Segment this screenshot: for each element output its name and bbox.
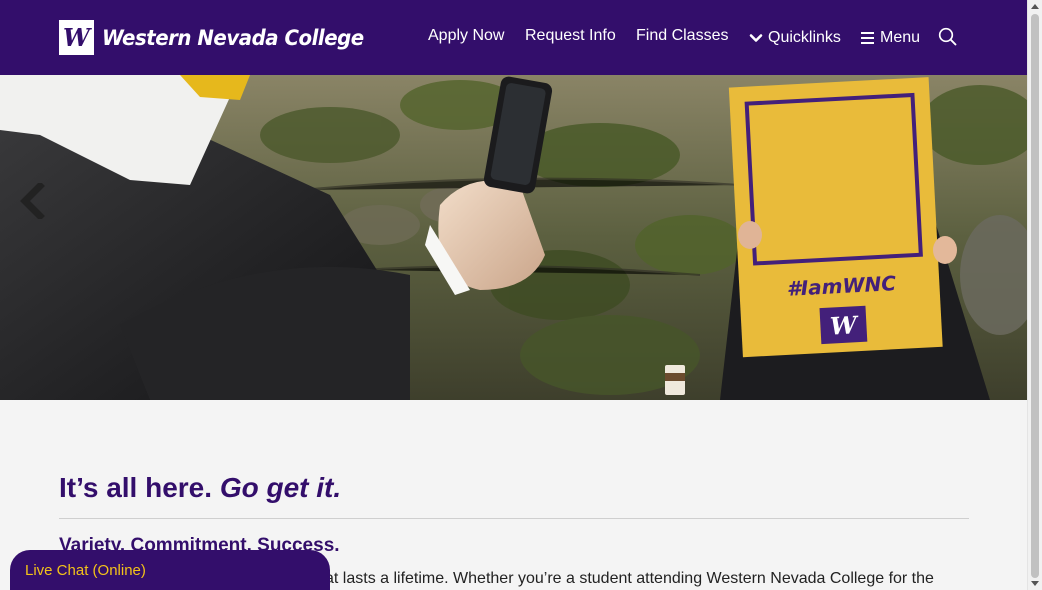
intro-paragraph: at lasts a lifetime. Whether you’re a st… [325, 570, 934, 587]
wnc-logo-icon: W [59, 20, 94, 55]
hamburger-icon [861, 32, 874, 45]
headline-plain: It’s all here. [59, 472, 220, 503]
search-button[interactable] [938, 27, 957, 51]
apply-now-link[interactable]: Apply Now [428, 27, 504, 45]
live-chat-button[interactable]: Live Chat (Online) [10, 550, 330, 590]
search-icon [938, 27, 957, 46]
chevron-left-icon[interactable] [18, 183, 46, 219]
intro-section: It’s all here. Go get it. Variety. Commi… [59, 472, 969, 557]
hero-carousel: #IamWNC W [0, 75, 1027, 400]
headline-emphasis: Go get it. [219, 472, 342, 503]
logo-text: Western Nevada College [102, 25, 364, 50]
site-header: W Western Nevada College Apply Now Reque… [0, 0, 1027, 75]
find-classes-link[interactable]: Find Classes [636, 27, 728, 45]
scroll-up-icon[interactable] [1031, 4, 1039, 9]
quicklinks-dropdown[interactable]: Quicklinks [749, 29, 841, 47]
quicklinks-label: Quicklinks [768, 29, 841, 46]
scrollbar-thumb[interactable] [1031, 14, 1039, 578]
menu-label: Menu [880, 29, 921, 46]
site-logo-link[interactable]: W Western Nevada College [59, 20, 380, 55]
divider [59, 518, 969, 519]
scroll-down-icon[interactable] [1031, 581, 1039, 586]
frame-logo: W [829, 310, 859, 340]
page-headline: It’s all here. Go get it. [59, 472, 969, 504]
chevron-down-icon [749, 34, 763, 42]
menu-button[interactable]: Menu [861, 29, 920, 47]
page: W Western Nevada College Apply Now Reque… [0, 0, 1042, 590]
request-info-link[interactable]: Request Info [525, 27, 616, 45]
page-scrollbar[interactable] [1027, 0, 1042, 590]
hero-photo: #IamWNC W [0, 75, 1027, 400]
